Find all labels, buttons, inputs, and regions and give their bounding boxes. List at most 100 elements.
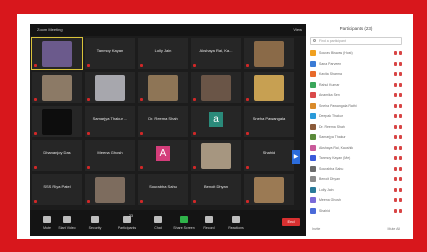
participant-search-input[interactable]: Find a participant <box>310 37 402 45</box>
avatar <box>310 197 316 203</box>
avatar <box>310 144 316 151</box>
participant-row[interactable]: Anamika Sen <box>310 91 402 99</box>
video-tile[interactable]: SSS Riya Patel <box>32 174 82 205</box>
video-tile[interactable] <box>244 72 294 103</box>
participant-count: 23 <box>129 214 133 218</box>
search-icon <box>313 39 316 42</box>
search-placeholder: Find a participant <box>319 39 346 43</box>
video-off-icon <box>399 156 402 160</box>
participant-row[interactable]: Lolly Jain <box>310 186 402 194</box>
muted-mic-icon <box>193 64 196 67</box>
reactions-button[interactable]: Reactions <box>223 214 249 234</box>
video-tile[interactable]: A <box>138 140 188 171</box>
muted-mic-icon <box>394 61 397 66</box>
avatar <box>310 71 316 77</box>
muted-mic-icon <box>394 156 397 160</box>
video-tile[interactable]: Sneha Pawangala <box>244 106 294 137</box>
participant-row[interactable]: Benoit Dhyan <box>310 175 402 183</box>
zoom-window: Zoom Meeting View Tanmoy Kayan Lolly Jain… <box>30 24 406 236</box>
video-tile[interactable]: Meena Ghosh <box>85 140 135 171</box>
video-tile[interactable] <box>31 37 83 70</box>
video-tile[interactable]: Shahid <box>244 140 294 171</box>
video-tile[interactable] <box>138 72 188 103</box>
video-tile[interactable] <box>85 174 135 205</box>
security-button[interactable]: Security <box>82 214 108 234</box>
participant-video <box>42 75 72 101</box>
video-tile[interactable] <box>32 72 82 103</box>
participant-name: Sourabha Sahu <box>149 184 177 189</box>
video-off-icon <box>399 177 402 181</box>
share-screen-button[interactable]: Share Screen <box>171 214 197 234</box>
participant-row[interactable]: Rahul Kumar <box>310 81 402 89</box>
participant-video <box>254 75 284 101</box>
panel-footer: Invite Mute All <box>306 227 406 235</box>
participant-row[interactable]: Tanmoy Kayan (Me) <box>310 154 402 162</box>
participant-row[interactable]: Sneha Pawangala Rathi <box>310 102 402 110</box>
muted-mic-icon <box>394 208 397 213</box>
view-button[interactable]: View <box>293 24 302 36</box>
video-tile[interactable] <box>85 72 135 103</box>
video-tile[interactable]: a <box>191 106 241 137</box>
video-tile[interactable] <box>191 72 241 103</box>
panel-title: Participants (23) <box>339 26 373 31</box>
participant-name: Samarjya Thakur ... <box>92 116 128 121</box>
record-button[interactable]: Record <box>196 214 222 234</box>
participant-row[interactable]: Sourav Biswas (Host) <box>310 49 402 57</box>
muted-mic-icon <box>394 72 397 76</box>
avatar <box>310 207 316 214</box>
participant-row[interactable]: Akshaya Rai, Kaushik <box>310 144 402 152</box>
video-tile[interactable]: Dhananjoy Das <box>32 140 82 171</box>
participant-row[interactable]: Kavita Sharma <box>310 70 402 78</box>
video-tile[interactable]: Tanmoy Kayan <box>85 38 135 69</box>
next-page-arrow[interactable]: ▶ <box>292 150 300 164</box>
avatar <box>310 165 316 172</box>
participant-row[interactable]: Meena Ghosh <box>310 196 402 204</box>
video-tile[interactable]: Lolly Jain <box>138 38 188 69</box>
participant-row[interactable]: Samarjya Thakur <box>310 133 402 141</box>
toolbar-label: Reactions <box>228 226 244 230</box>
video-tile[interactable]: Sourabha Sahu <box>138 174 188 205</box>
invite-button[interactable]: Invite <box>312 227 320 231</box>
participant-row[interactable]: Sourabha Sahu <box>310 165 402 173</box>
participant-name: Benoit Dhyan <box>203 184 228 189</box>
participant-row[interactable]: Shahid <box>310 207 402 215</box>
avatar <box>310 176 316 182</box>
status-icons <box>394 114 402 118</box>
end-meeting-button[interactable]: End <box>282 218 300 226</box>
muted-mic-icon <box>87 64 90 67</box>
video-tile[interactable] <box>32 106 82 137</box>
avatar <box>310 50 316 56</box>
video-tile[interactable]: Samarjya Thakur ... <box>85 106 135 137</box>
muted-mic-icon <box>193 166 196 169</box>
video-tile[interactable] <box>244 38 294 69</box>
video-off-icon <box>399 93 402 97</box>
status-icons <box>394 177 402 181</box>
status-icons <box>394 208 402 213</box>
muted-mic-icon <box>140 166 143 169</box>
status-icons <box>394 156 402 160</box>
status-icons <box>394 103 402 108</box>
participants-button[interactable]: 23 Participants <box>114 214 140 234</box>
video-tile[interactable]: Akshaya Rai, Ka... <box>191 38 241 69</box>
participant-name: Sneha Pawangala Rathi <box>319 103 357 108</box>
muted-mic-icon <box>394 177 397 181</box>
video-off-icon <box>399 72 402 76</box>
muted-mic-icon <box>394 187 397 192</box>
participant-row[interactable]: Dr. Reema Shah <box>310 123 402 131</box>
video-tile[interactable] <box>244 174 294 205</box>
video-tile[interactable]: Benoit Dhyan <box>191 174 241 205</box>
video-off-icon <box>399 82 402 87</box>
video-tile[interactable]: Dr. Reema Shah <box>138 106 188 137</box>
muted-mic-icon <box>87 132 90 135</box>
video-off-icon <box>399 61 402 66</box>
mic-icon <box>43 216 51 223</box>
title-bar: Zoom Meeting View <box>30 24 306 36</box>
status-icons <box>394 93 402 97</box>
video-tile[interactable] <box>191 140 241 171</box>
participant-row[interactable]: Deepak Thakur <box>310 112 402 120</box>
participant-video <box>201 143 231 169</box>
mute-all-button[interactable]: Mute All <box>388 227 400 231</box>
chat-button[interactable]: Chat <box>145 214 171 234</box>
participant-row[interactable]: Sana Parveen <box>310 60 402 68</box>
start-video-button[interactable]: Start Video <box>54 214 80 234</box>
